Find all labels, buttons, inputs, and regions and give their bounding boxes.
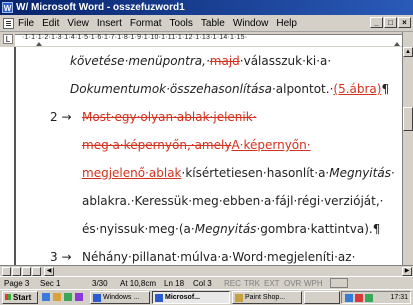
word-app-icon[interactable]: W	[2, 2, 13, 13]
doc-line-4: meg·a·képernyőn,·amelyA·képernyőn·	[82, 138, 311, 152]
taskbar-paintshop-button[interactable]: Paint Shop...	[232, 291, 302, 304]
list-number-3: 3 →	[50, 250, 72, 264]
title-bar: W W/ Microsoft Word - osszefuzword1	[0, 0, 413, 15]
quicklaunch-ie-icon[interactable]	[42, 293, 50, 301]
inserted-text: A·képernyőn·	[231, 138, 311, 152]
change-bar	[14, 47, 16, 265]
document-window-controls: _ □ ×	[370, 17, 411, 28]
view-buttons	[2, 267, 41, 276]
doc-line-1: követése·menüpontra,·majd·válasszuk·ki·a…	[70, 54, 331, 68]
normal-view-button[interactable]	[2, 267, 11, 276]
status-section: Sec 1	[40, 279, 61, 288]
inserted-text: megjelenő·ablak	[82, 166, 182, 180]
doc-minimize-button[interactable]: _	[370, 17, 383, 28]
clock[interactable]: 17:31	[390, 294, 408, 301]
quicklaunch-desktop-icon[interactable]	[64, 293, 72, 301]
tray-volume-icon[interactable]	[365, 294, 373, 302]
doc-line-7: és·nyissuk·meg·(a·Megnyitás·gombra·katti…	[82, 222, 380, 236]
paint-icon	[235, 294, 243, 302]
scroll-up-arrow-icon[interactable]: ▲	[403, 47, 413, 57]
status-page: Page 3	[4, 279, 30, 288]
pilcrow-mark: ¶	[381, 82, 390, 96]
menu-tools[interactable]: Tools	[170, 18, 193, 29]
deleted-text: meg·a·képernyőn,·amely	[82, 138, 232, 152]
taskbar: Start Windows ... Microsof... Paint Shop…	[0, 289, 413, 305]
tray-network-icon[interactable]	[345, 294, 353, 302]
text-run: ·	[390, 166, 395, 180]
doc-line-6: ablakra.·Keressük·meg·ebben·a·fájl·régi·…	[82, 194, 384, 208]
taskbar-windows-button[interactable]: Windows ...	[90, 291, 150, 304]
menu-insert[interactable]: Insert	[97, 18, 122, 29]
menu-edit[interactable]: Edit	[42, 18, 59, 29]
status-pages: 3/30	[92, 279, 108, 288]
horizontal-ruler[interactable]: L ·1·1·1·2·1·3·1·4·1·5·1·6·1·7·1·8·1·9·1…	[0, 32, 413, 48]
window-title: W/ Microsoft Word - osszefuzword1	[16, 2, 185, 13]
doc-line-8: Néhány·pillanat·múlva·a·Word·megjeleníti…	[82, 250, 356, 264]
status-wph[interactable]: WPH	[304, 279, 323, 288]
document-page[interactable]: követése·menüpontra,·majd·válasszuk·ki·a…	[0, 47, 402, 265]
text-run: ·kísértetiesen·hasonlít·a·	[181, 166, 330, 180]
list-number-2: 2 →	[50, 110, 72, 124]
menu-table[interactable]: Table	[201, 18, 225, 29]
vertical-scrollbar[interactable]: ▲	[402, 47, 413, 265]
italic-text: Megnyitás	[194, 222, 257, 236]
status-column: Col 3	[193, 279, 212, 288]
ruler-numbers: ·1·1·1·2·1·3·1·4·1·5·1·6·1·7·1·8·1·9·1·1…	[22, 34, 248, 41]
menu-bar: File Edit View Insert Format Tools Table…	[0, 15, 413, 32]
menu-window[interactable]: Window	[233, 18, 269, 29]
italic-text: Megnyitás	[329, 166, 391, 180]
menu-file[interactable]: File	[18, 18, 34, 29]
doc-line-3: Most·egy·olyan·ablak·jelenik·	[82, 110, 257, 124]
scroll-thumb[interactable]	[403, 107, 413, 131]
status-bar: Page 3 Sec 1 3/30 At 10,8cm Ln 18 Col 3 …	[0, 276, 413, 290]
menu-view[interactable]: View	[67, 18, 89, 29]
status-line: Ln 18	[164, 279, 185, 288]
quicklaunch-media-icon[interactable]	[75, 293, 83, 301]
indent-marker[interactable]	[36, 42, 42, 46]
tab-selector[interactable]: L	[3, 34, 13, 44]
status-trk[interactable]: TRK	[244, 279, 260, 288]
status-ext[interactable]: EXT	[264, 279, 280, 288]
web-view-button[interactable]	[12, 267, 21, 276]
scroll-right-arrow-icon[interactable]: ▶	[402, 267, 412, 276]
quicklaunch-folder-icon[interactable]	[53, 293, 61, 301]
text-run: ·gombra·kattintva).¶	[256, 222, 381, 236]
taskbar-label: Paint Shop...	[245, 294, 286, 301]
folder-icon	[93, 294, 101, 302]
inserted-text: (5.ábra)	[333, 82, 382, 96]
deleted-text: Most·egy·olyan·ablak·jelenik·	[82, 110, 257, 124]
outline-view-button[interactable]	[32, 267, 41, 276]
start-button[interactable]: Start	[2, 291, 38, 304]
text-run: ·válasszuk·ki·a·	[239, 54, 332, 68]
word-icon	[155, 294, 163, 302]
doc-close-button[interactable]: ×	[398, 17, 411, 28]
print-view-button[interactable]	[22, 267, 31, 276]
deleted-text: majd	[209, 54, 240, 68]
doc-line-2: Dokumentumok·összehasonlítása·alpontot.·…	[70, 82, 389, 96]
scroll-left-arrow-icon[interactable]: ◀	[44, 267, 54, 276]
text-run: és·nyissuk·meg·(a·	[82, 222, 195, 236]
italic-text: Dokumentumok·összehasonlítása	[70, 82, 272, 96]
menu-help[interactable]: Help	[276, 18, 297, 29]
spelling-status-icon[interactable]	[330, 278, 348, 288]
status-at: At 10,8cm	[120, 279, 157, 288]
text-run: követése·menüpontra,·	[70, 54, 210, 68]
taskbar-label: Windows ...	[103, 294, 140, 301]
ruler-corner	[402, 32, 413, 47]
doc-line-5: megjelenő·ablak·kísértetiesen·hasonlít·a…	[82, 166, 395, 180]
status-rec[interactable]: REC	[224, 279, 241, 288]
system-tray: 17:31	[341, 291, 411, 304]
status-ovr[interactable]: OVR	[284, 279, 301, 288]
taskbar-label: Microsof...	[165, 294, 201, 301]
menu-format[interactable]: Format	[130, 18, 162, 29]
tray-antivirus-icon[interactable]	[355, 294, 363, 302]
taskbar-word-button[interactable]: Microsof...	[152, 291, 230, 304]
doc-restore-button[interactable]: □	[384, 17, 397, 28]
document-icon[interactable]	[3, 17, 14, 29]
text-run: ·alpontot.·	[271, 82, 334, 96]
taskbar-extra-button[interactable]	[304, 291, 340, 304]
right-indent-marker[interactable]	[394, 42, 400, 46]
